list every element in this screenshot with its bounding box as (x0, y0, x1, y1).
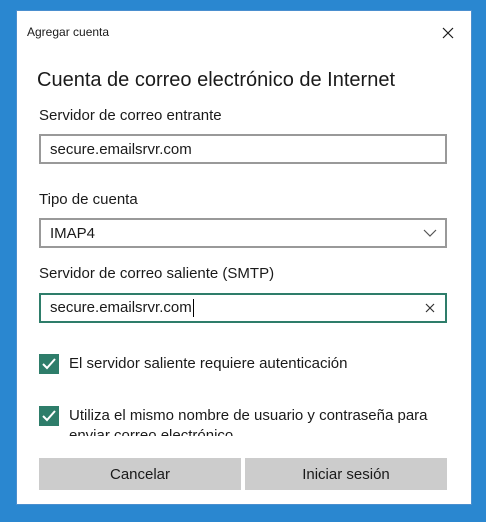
account-type-select[interactable]: IMAP4 (39, 218, 447, 248)
scroll-clip-region: Utiliza el mismo nombre de usuario y con… (17, 406, 471, 436)
outgoing-server-input[interactable]: secure.emailsrvr.com (39, 293, 447, 323)
auth-required-checkbox[interactable] (39, 354, 59, 374)
incoming-server-input[interactable]: secure.emailsrvr.com (39, 134, 447, 164)
chevron-down-icon (421, 224, 439, 242)
sign-in-button[interactable]: Iniciar sesión (245, 458, 447, 490)
incoming-server-label: Servidor de correo entrante (39, 107, 222, 124)
page-title: Cuenta de correo electrónico de Internet (37, 69, 395, 91)
same-credentials-checkbox[interactable] (39, 406, 59, 426)
incoming-server-value: secure.emailsrvr.com (50, 140, 192, 158)
auth-required-label: El servidor saliente requiere autenticac… (69, 355, 348, 372)
checkmark-icon (42, 410, 56, 422)
checkmark-icon (42, 358, 56, 370)
same-credentials-label: Utiliza el mismo nombre de usuario y con… (69, 407, 428, 436)
window-title: Agregar cuenta (27, 25, 110, 39)
account-type-value: IMAP4 (50, 224, 96, 242)
outgoing-server-text: secure.emailsrvr.com (41, 298, 194, 318)
account-type-label: Tipo de cuenta (39, 191, 138, 208)
text-caret (192, 299, 194, 318)
title-bar: Agregar cuenta (17, 11, 471, 55)
cancel-button[interactable]: Cancelar (39, 458, 241, 490)
outgoing-server-value: secure.emailsrvr.com (50, 298, 192, 316)
outgoing-server-label: Servidor de correo saliente (SMTP) (39, 265, 275, 282)
close-icon (442, 27, 454, 39)
add-account-dialog: Agregar cuenta Cuenta de correo electrón… (16, 10, 472, 505)
close-button[interactable] (425, 11, 471, 55)
clear-icon[interactable] (421, 299, 439, 317)
